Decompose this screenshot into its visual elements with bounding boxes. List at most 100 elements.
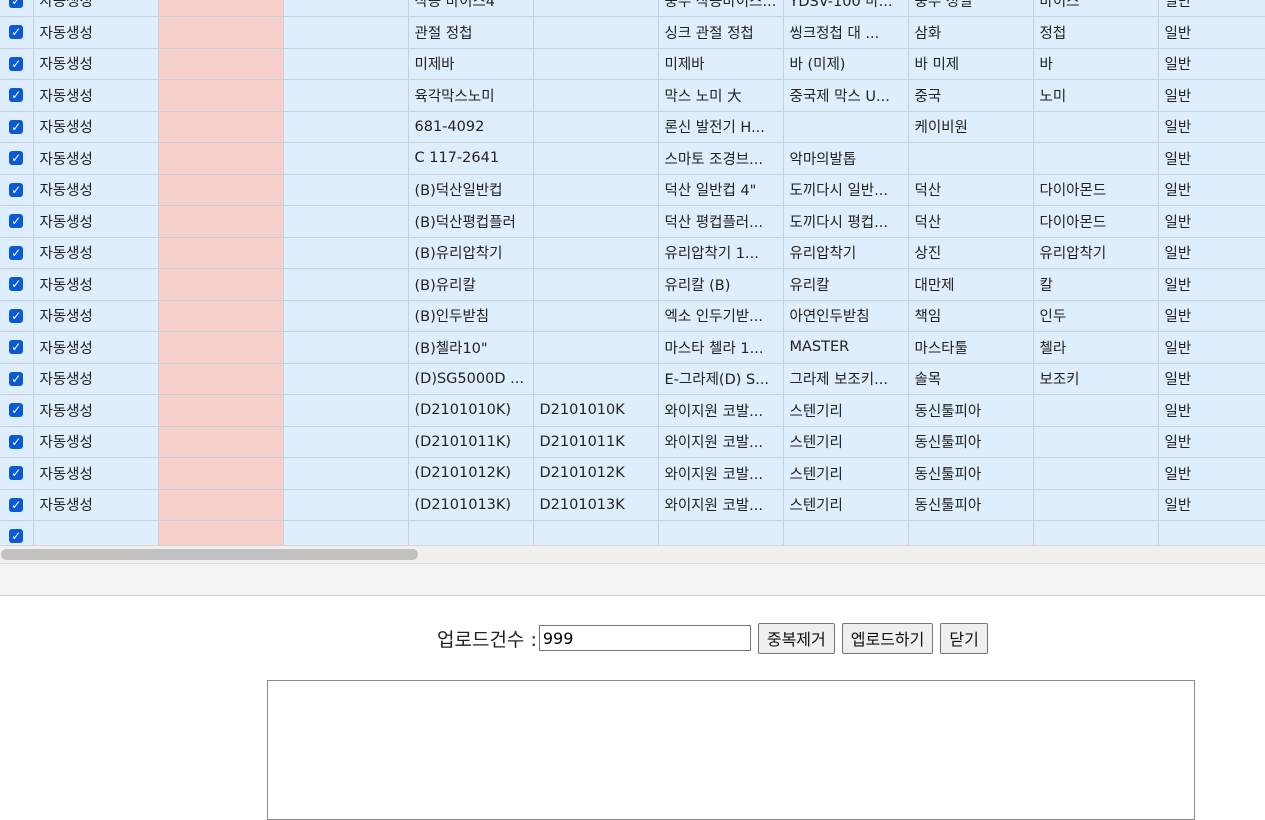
checkbox-checked-icon[interactable]: ✓: [9, 371, 24, 386]
table-cell: [283, 426, 409, 458]
table-cell: 바 (미제): [783, 48, 909, 80]
table-cell: 동신툴피아: [908, 457, 1034, 490]
table-cell: (D)SG5000D ...: [408, 363, 534, 395]
table-cell: [783, 520, 909, 545]
row-checkbox-cell[interactable]: ✓: [0, 457, 34, 490]
row-checkbox-cell[interactable]: ✓: [0, 142, 34, 175]
row-checkbox-cell[interactable]: ✓: [0, 205, 34, 238]
checkbox-checked-icon[interactable]: ✓: [9, 214, 24, 229]
table-cell: (D2101013K): [408, 489, 534, 521]
table-cell: 엑소 인두기받...: [658, 300, 784, 332]
upload-controls: 업로드건수 : 중복제거 엡로드하기 닫기: [437, 622, 995, 654]
table-cell: [33, 520, 159, 545]
table-cell: 자동생성: [33, 489, 159, 521]
row-checkbox-cell[interactable]: ✓: [0, 426, 34, 458]
row-checkbox-cell[interactable]: ✓: [0, 79, 34, 112]
checkbox-checked-icon[interactable]: ✓: [9, 340, 24, 355]
checkbox-checked-icon[interactable]: ✓: [9, 277, 24, 292]
table-cell: (B)인두받침: [408, 300, 534, 332]
table-row[interactable]: ✓ 자동생성 육각막스노미 막스 노미 大 중국제 막스 U... 중국 노미 일반: [0, 79, 1265, 112]
table-cell: 유리압착기: [783, 237, 909, 269]
checkbox-checked-icon[interactable]: ✓: [9, 245, 24, 260]
dedupe-button[interactable]: 중복제거: [757, 622, 835, 654]
table-row[interactable]: ✓ 자동생성 681-4092 론신 발전기 H... 케이비원 일반: [0, 111, 1265, 143]
upload-log-textarea[interactable]: [267, 680, 1195, 820]
table-row[interactable]: ✓ 자동생성 (B)덕산평컵플러 덕산 평컵플러... 도끼다시 평컵... 덕산 다이아몬…: [0, 205, 1265, 238]
checkbox-checked-icon[interactable]: ✓: [9, 529, 24, 544]
table-cell: 일반: [1158, 237, 1265, 269]
row-checkbox-cell[interactable]: ✓: [0, 520, 34, 545]
upload-count-input[interactable]: [538, 625, 751, 651]
table-cell: [533, 300, 659, 332]
table-cell: [533, 142, 659, 175]
table-cell: 유리압착기 1...: [658, 237, 784, 269]
checkbox-checked-icon[interactable]: ✓: [9, 0, 24, 8]
checkbox-checked-icon[interactable]: ✓: [9, 497, 24, 512]
row-checkbox-cell[interactable]: ✓: [0, 363, 34, 395]
table-cell: [158, 111, 284, 143]
table-row[interactable]: ✓ 자동생성 (D)SG5000D ... E-그라제(D) S... 그라제 보조키.…: [0, 363, 1265, 395]
table-cell: [533, 331, 659, 364]
table-cell: [158, 457, 284, 490]
table-cell: 칼: [1033, 268, 1159, 301]
row-checkbox-cell[interactable]: ✓: [0, 48, 34, 80]
table-row[interactable]: ✓ 자동생성 관절 정첩 싱크 관절 정첩 씽크정첩 대 ... 삼화 정첩 일반: [0, 16, 1265, 49]
table-row[interactable]: ✓ 자동생성 미제바 미제바 바 (미제) 바 미제 바 일반: [0, 48, 1265, 80]
table-cell: [283, 489, 409, 521]
row-checkbox-cell[interactable]: ✓: [0, 111, 34, 143]
checkbox-checked-icon[interactable]: ✓: [9, 182, 24, 197]
table-cell: [533, 48, 659, 80]
checkbox-checked-icon[interactable]: ✓: [9, 308, 24, 323]
checkbox-checked-icon[interactable]: ✓: [9, 88, 24, 103]
row-checkbox-cell[interactable]: ✓: [0, 268, 34, 301]
checkbox-checked-icon[interactable]: ✓: [9, 119, 24, 134]
table-row[interactable]: ✓ 자동생성 (B)유리칼 유리칼 (B) 유리칼 대만제 칼 일반: [0, 268, 1265, 301]
table-cell: 대만제: [908, 268, 1034, 301]
checkbox-checked-icon[interactable]: ✓: [9, 466, 24, 481]
table-row[interactable]: ✓ 자동생성 (D2101012K) D2101012K 와이지원 코발... 스텐기리 동…: [0, 457, 1265, 490]
checkbox-checked-icon[interactable]: ✓: [9, 56, 24, 71]
scrollbar-thumb[interactable]: [1, 549, 418, 560]
row-checkbox-cell[interactable]: ✓: [0, 300, 34, 332]
table-cell: 도끼다시 일반...: [783, 174, 909, 206]
checkbox-checked-icon[interactable]: ✓: [9, 434, 24, 449]
table-cell: 와이지원 코발...: [658, 394, 784, 427]
table-row[interactable]: ✓ 자동생성 (D2101013K) D2101013K 와이지원 코발... 스텐기리 동…: [0, 489, 1265, 521]
table-cell: [533, 268, 659, 301]
table-row[interactable]: ✓ 자동생성 (B)인두받침 엑소 인두기받... 아연인두받침 책임 인두 일반: [0, 300, 1265, 332]
table-cell: [158, 205, 284, 238]
upload-button[interactable]: 엡로드하기: [841, 622, 934, 654]
table-row[interactable]: ✓ 자동생성 (B)첼라10" 마스타 첼라 1... MASTER 마스타툴 첼라 일반: [0, 331, 1265, 364]
table-cell: 자동생성: [33, 426, 159, 458]
table-cell: 동신툴피아: [908, 489, 1034, 521]
table-row[interactable]: ✓: [0, 520, 1265, 545]
row-checkbox-cell[interactable]: ✓: [0, 394, 34, 427]
horizontal-scrollbar[interactable]: [0, 545, 1265, 563]
table-cell: 681-4092: [408, 111, 534, 143]
table-row[interactable]: ✓ 자동생성 (B)덕산일반컵 덕산 일반컵 4" 도끼다시 일반... 덕산 다이아몬드 일…: [0, 174, 1265, 206]
row-checkbox-cell[interactable]: ✓: [0, 237, 34, 269]
table-row[interactable]: ✓ 자동생성 (D2101011K) D2101011K 와이지원 코발... 스텐기리 동…: [0, 426, 1265, 458]
table-row[interactable]: ✓ 자동생성 작동 바이스4 중부 작동바이스... YDSV-100 마... 중부 정…: [0, 0, 1265, 17]
table-cell: 동신툴피아: [908, 426, 1034, 458]
close-button[interactable]: 닫기: [940, 622, 988, 654]
table-cell: [158, 300, 284, 332]
table-row[interactable]: ✓ 자동생성 C 117-2641 스마토 조경브... 악마의발톱 일반: [0, 142, 1265, 175]
table-row[interactable]: ✓ 자동생성 (D2101010K) D2101010K 와이지원 코발... 스텐기리 동…: [0, 394, 1265, 427]
row-checkbox-cell[interactable]: ✓: [0, 16, 34, 49]
table-cell: 육각막스노미: [408, 79, 534, 112]
table-cell: [158, 331, 284, 364]
row-checkbox-cell[interactable]: ✓: [0, 174, 34, 206]
table-cell: [283, 331, 409, 364]
table-cell: [1033, 457, 1159, 490]
table-row[interactable]: ✓ 자동생성 (B)유리압착기 유리압착기 1... 유리압착기 상진 유리압착기 일반: [0, 237, 1265, 269]
checkbox-checked-icon[interactable]: ✓: [9, 403, 24, 418]
checkbox-checked-icon[interactable]: ✓: [9, 25, 24, 40]
table-cell: D2101012K: [533, 457, 659, 490]
checkbox-checked-icon[interactable]: ✓: [9, 151, 24, 166]
row-checkbox-cell[interactable]: ✓: [0, 331, 34, 364]
table-cell: 마스타툴: [908, 331, 1034, 364]
table-cell: [283, 16, 409, 49]
row-checkbox-cell[interactable]: ✓: [0, 489, 34, 521]
row-checkbox-cell[interactable]: ✓: [0, 0, 34, 17]
